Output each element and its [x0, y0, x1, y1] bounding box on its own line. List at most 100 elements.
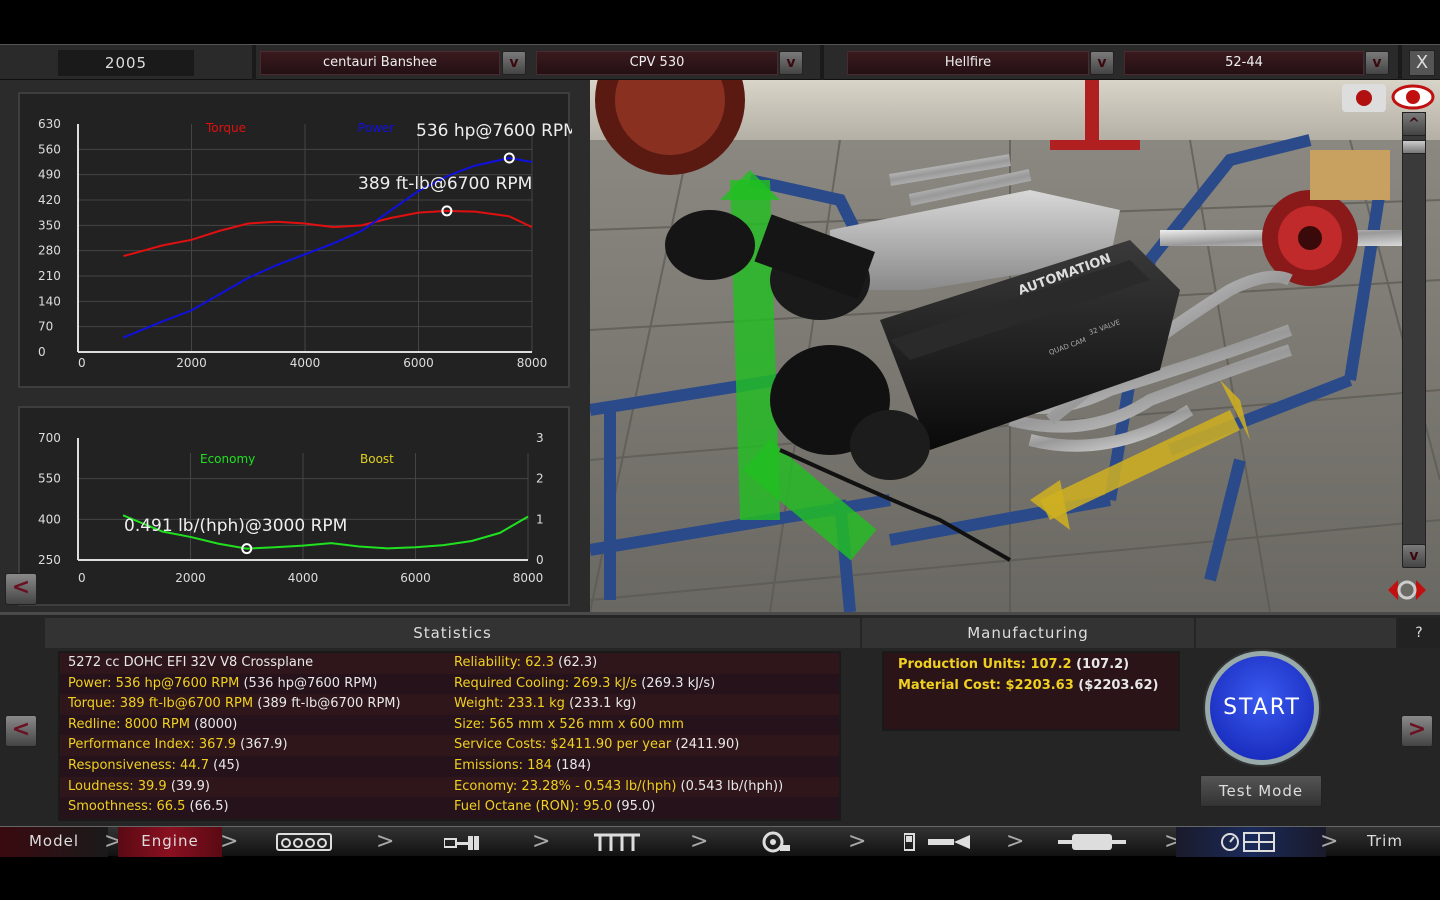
manufacturing-label: Production Units: 107.2	[898, 657, 1072, 672]
x-tick-label: 4000	[288, 571, 319, 585]
zoom-scrollbar[interactable]	[1402, 112, 1426, 564]
x-tick-label: 8000	[517, 356, 548, 370]
nav-model[interactable]: Model	[0, 827, 108, 857]
stat-value: (233.1 kg)	[564, 696, 637, 712]
scroll-thumb[interactable]	[1402, 140, 1426, 154]
stat-label: Smoothness: 66.5	[68, 799, 186, 815]
fuel-system-icon[interactable]	[903, 832, 974, 852]
y-tick-label: 400	[38, 512, 61, 526]
y-tick-label: 250	[38, 553, 61, 567]
prev-section-button[interactable]: <	[5, 715, 37, 747]
engine-3d-viewport[interactable]: AUTOMATION QUAD CAM 32 VALVE ^ v	[590, 80, 1440, 612]
stat-label: 5272 cc DOHC EFI 32V V8 Crossplane	[68, 655, 314, 670]
stat-value: (8000)	[189, 716, 238, 732]
stat-value: (2411.90)	[671, 737, 740, 753]
y-tick-label: 490	[38, 168, 61, 182]
stat-value: (389 ft-lb@6700 RPM)	[253, 696, 401, 712]
stat-label: Emissions: 184	[454, 757, 552, 773]
dashboard-gauge-icon[interactable]	[1220, 831, 1276, 853]
stat-row: Reliability: 62.3 (62.3)	[446, 653, 839, 674]
y-tick-label: 280	[38, 244, 61, 258]
stat-row: Service Costs: $2411.90 per year (2411.9…	[446, 735, 839, 756]
turbo-icon[interactable]	[760, 831, 790, 853]
next-section-button[interactable]: >	[1401, 715, 1433, 747]
stat-row: 5272 cc DOHC EFI 32V V8 Crossplane	[60, 653, 446, 674]
statistics-table: 5272 cc DOHC EFI 32V V8 Crossplane Power:…	[58, 651, 841, 821]
x-tick-label: 2000	[175, 571, 206, 585]
manufacturing-value: (107.2)	[1071, 657, 1130, 672]
scroll-down-button[interactable]: v	[1402, 544, 1426, 568]
stat-value: (62.3)	[554, 655, 598, 670]
legend-torque: Torque	[205, 121, 246, 135]
manufacturing-row: Material Cost: $2203.63 ($2203.62)	[884, 676, 1178, 697]
y2-tick-label: 3	[536, 431, 544, 445]
stat-row: Loudness: 39.9 (39.9)	[60, 776, 446, 798]
y2-tick-label: 2	[536, 472, 544, 486]
engine-render: AUTOMATION QUAD CAM 32 VALVE	[590, 80, 1440, 612]
peak-torque-label: 389 ft-lb@6700 RPM	[358, 174, 532, 194]
variant-select[interactable]: CPV 530	[536, 51, 778, 75]
torque-line	[123, 209, 533, 258]
x-tick-label: 6000	[400, 571, 431, 585]
manufacturing-value: ($2203.62)	[1073, 677, 1159, 693]
crankshaft-icon[interactable]	[443, 835, 480, 851]
economy-min-label: 0.491 lb/(hph)@3000 RPM	[124, 516, 347, 536]
back-arrow-button[interactable]: <	[5, 573, 37, 605]
stat-row: Torque: 389 ft-lb@6700 RPM (389 ft-lb@67…	[60, 694, 446, 715]
engine-variant-dropdown-button[interactable]: v	[1365, 51, 1389, 75]
x-tick-label: 4000	[290, 356, 321, 370]
year-display[interactable]: 2005	[58, 50, 194, 76]
nav-engine[interactable]: Engine	[118, 827, 222, 857]
power-chart-svg: 630 560 490 420 350 280 210 140 70 0 0 2000 4000 6000…	[38, 117, 578, 370]
valvetrain-icon[interactable]	[594, 831, 640, 853]
stat-label: Loudness: 39.9	[68, 778, 167, 794]
reset-camera-icon[interactable]	[1386, 574, 1428, 606]
stat-row: Fuel Octane (RON): 95.0 (95.0)	[446, 797, 839, 818]
y-tick-label: 630	[38, 117, 61, 131]
stat-label: Responsiveness: 44.7	[68, 757, 209, 773]
eye-icon[interactable]	[1390, 82, 1436, 112]
stat-value: (39.9)	[166, 778, 210, 794]
camera-icon[interactable]	[1342, 84, 1386, 112]
statistics-right-column: Reliability: 62.3 (62.3) Required Cooling…	[446, 653, 839, 818]
stat-row: Power: 536 hp@7600 RPM (536 hp@7600 RPM)	[60, 673, 446, 695]
engine-variant-select[interactable]: 52-44	[1124, 51, 1364, 75]
manufacturing-label: Material Cost: $2203.63	[898, 677, 1074, 693]
stat-label: Weight: 233.1 kg	[454, 696, 565, 712]
stat-value: (367.9)	[236, 737, 288, 753]
power-chart: 630 560 490 420 350 280 210 140 70 0 0 2000 4000 6000…	[18, 92, 578, 388]
close-button[interactable]: X	[1409, 50, 1435, 76]
start-button[interactable]: START	[1205, 651, 1319, 765]
stat-label: Size: 565 mm x 526 mm x 600 mm	[454, 716, 684, 732]
divider	[252, 45, 256, 81]
engine-family-select[interactable]: Hellfire	[847, 51, 1089, 75]
scroll-up-button[interactable]: ^	[1402, 112, 1426, 136]
variant-dropdown-button[interactable]: v	[779, 51, 803, 75]
divider	[1398, 45, 1402, 81]
family-dropdown-button[interactable]: v	[502, 51, 526, 75]
section-nav-bar: Model > Engine > > > > > > > > Trim	[0, 826, 1440, 857]
exhaust-icon[interactable]	[1058, 833, 1126, 851]
manufacturing-table: Production Units: 107.2 (107.2) Material …	[882, 651, 1180, 731]
divider	[820, 45, 824, 81]
stat-row: Required Cooling: 269.3 kJ/s (269.3 kJ/s…	[446, 673, 839, 695]
nav-trim[interactable]: Trim	[1340, 827, 1430, 857]
y-tick-label: 70	[38, 320, 53, 334]
engine-family-dropdown-button[interactable]: v	[1090, 51, 1114, 75]
manufacturing-row: Production Units: 107.2 (107.2)	[884, 655, 1178, 676]
y2-tick-label: 0	[536, 553, 544, 567]
engine-block-icon[interactable]	[276, 833, 332, 851]
legend-power: Power	[358, 121, 394, 135]
y2-tick-label: 1	[536, 512, 544, 526]
stat-row: Emissions: 184 (184)	[446, 755, 839, 777]
help-button[interactable]: ?	[1398, 618, 1440, 648]
statistics-left-column: 5272 cc DOHC EFI 32V V8 Crossplane Power:…	[60, 653, 446, 818]
test-mode-button[interactable]: Test Mode	[1200, 775, 1322, 807]
stat-label: Service Costs: $2411.90 per year	[454, 737, 672, 753]
charts-panel: 630 560 490 420 350 280 210 140 70 0 0 2000 4000 6000…	[0, 80, 590, 612]
chevron-right-icon: >	[848, 829, 867, 854]
bottom-panel: Statistics Manufacturing ? < > 5272 cc D…	[0, 612, 1440, 826]
family-select[interactable]: centauri Banshee	[260, 51, 500, 75]
stat-value: (66.5)	[185, 799, 229, 815]
stat-row: Economy: 23.28% - 0.543 lb/(hph) (0.543 …	[446, 776, 839, 798]
